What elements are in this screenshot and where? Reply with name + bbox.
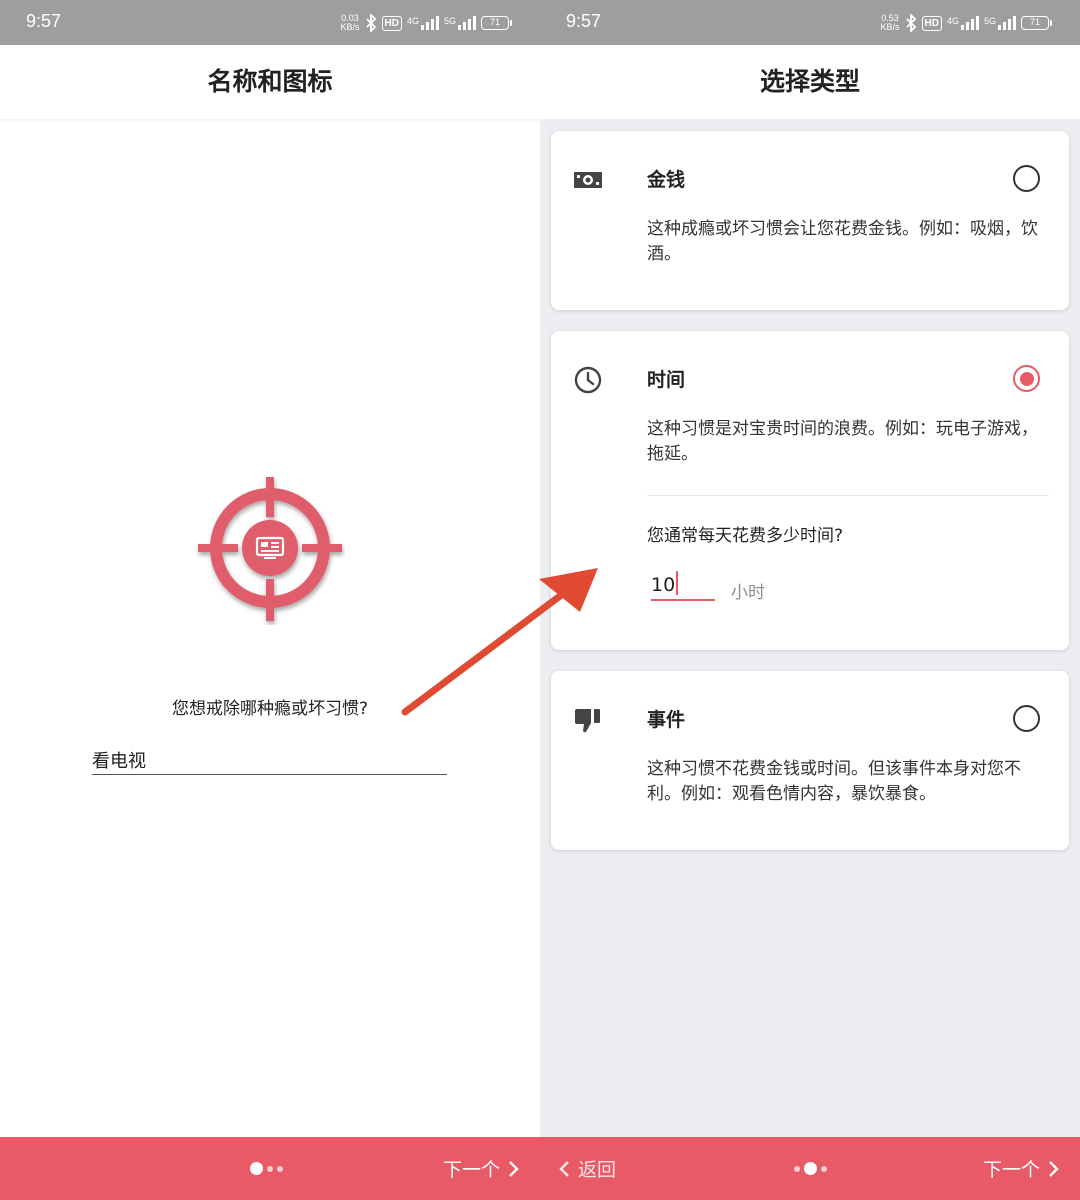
signal-4g-icon: 4G [947,16,979,30]
page-title: 选择类型 [540,45,1080,119]
page-dot [267,1165,273,1172]
status-bar: 9:57 0.03 KB/s HD 4G 5G 71 [0,0,540,45]
bluetooth-icon [365,14,376,32]
text-caret [676,571,679,595]
card-divider [647,495,1049,496]
type-card-money[interactable]: 金钱 这种成瘾或坏习惯会让您花费金钱。例如：吸烟，饮酒。 [551,131,1069,310]
next-button[interactable]: 下一个 [443,1155,520,1182]
status-time: 9:57 [26,11,62,31]
card-title: 事件 [647,709,686,731]
page-dot [794,1165,800,1172]
status-icons: 0.53 KB/s HD 4G 5G 71 [880,10,1052,36]
radio-event[interactable] [1013,705,1040,732]
card-title: 金钱 [647,169,686,191]
hours-unit-label: 小时 [731,583,765,603]
bluetooth-icon [905,14,916,32]
card-description: 这种成瘾或坏习惯会让您花费金钱。例如：吸烟，饮酒。 [647,219,1038,264]
daily-hours-input[interactable]: 10 [651,571,715,601]
status-time: 9:57 [566,11,602,31]
network-speed: 0.53 KB/s [880,13,900,32]
hd-voice-badge: HD [381,15,402,31]
card-description: 这种习惯不花费金钱或时间。但该事件本身对您不利。例如：观看色情内容，暴饮暴食。 [647,759,1021,804]
chevron-right-icon [1049,1160,1059,1177]
daily-time-question: 您通常每天花费多少时间? [647,526,844,546]
bottom-nav-bar: 返回 下一个 [540,1137,1080,1200]
type-card-time[interactable]: 时间 这种习惯是对宝贵时间的浪费。例如：玩电子游戏，拖延。 您通常每天花费多少时… [551,331,1069,650]
hd-voice-badge: HD [921,15,942,31]
habit-question: 您想戒除哪种瘾或坏习惯? [171,699,369,719]
money-icon [574,172,602,188]
habit-name-input[interactable]: 看电视 [92,747,447,775]
type-card-event[interactable]: 事件 这种习惯不花费金钱或时间。但该事件本身对您不利。例如：观看色情内容，暴饮暴… [551,671,1069,850]
battery-icon: 71 [1021,16,1052,30]
bottom-nav-bar: 下一个 [0,1137,540,1200]
signal-4g-icon: 4G [407,16,439,30]
back-button[interactable]: 返回 [558,1155,616,1182]
chevron-right-icon [509,1160,519,1177]
battery-icon: 71 [481,16,512,30]
page-dot [821,1165,827,1172]
clock-icon [574,366,602,394]
status-icons: 0.03 KB/s HD 4G 5G 71 [340,10,512,36]
signal-5g-icon: 5G [984,16,1016,30]
page-title: 名称和图标 [0,45,540,119]
card-description: 这种习惯是对宝贵时间的浪费。例如：玩电子游戏，拖延。 [647,419,1038,464]
name-and-icon-screen: 9:57 0.03 KB/s HD 4G 5G 71 名称和图标 您想戒除哪种瘾… [0,0,540,1200]
choose-type-screen: 9:57 0.53 KB/s HD 4G 5G 71 选择类型 金钱 这种成瘾或… [540,0,1080,1200]
page-dot [804,1162,817,1175]
page-indicator [250,1162,283,1175]
page-dot [250,1162,263,1175]
radio-time[interactable] [1013,365,1040,392]
page-indicator [794,1162,827,1175]
network-speed: 0.03 KB/s [340,13,360,32]
chevron-left-icon [559,1160,569,1177]
status-bar: 9:57 0.53 KB/s HD 4G 5G 71 [540,0,1080,45]
signal-5g-icon: 5G [444,16,476,30]
radio-money[interactable] [1013,165,1040,192]
card-title: 时间 [647,369,686,391]
thumbs-down-icon [575,709,600,733]
next-button[interactable]: 下一个 [983,1155,1060,1182]
page-dot [277,1165,283,1172]
tv-crosshair-icon[interactable] [195,475,345,625]
